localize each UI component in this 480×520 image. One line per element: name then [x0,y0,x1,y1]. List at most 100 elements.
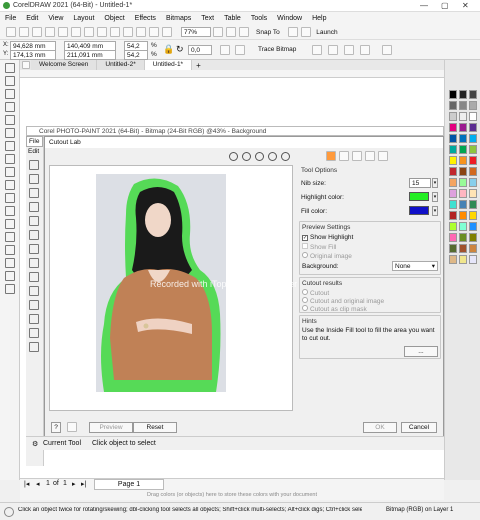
color-swatch[interactable] [449,123,457,132]
color-swatch[interactable] [459,200,467,209]
menu-help[interactable]: Help [307,15,331,22]
preview-button[interactable]: Preview [89,422,133,433]
color-swatch[interactable] [449,156,457,165]
pp-fill-tool-icon[interactable] [29,328,39,338]
transparency-tool-icon[interactable] [5,232,15,242]
pp-text-tool-icon[interactable] [29,300,39,310]
height-field[interactable]: 211,091 mm [64,50,116,60]
save-icon[interactable] [31,27,42,37]
color-swatch[interactable] [449,255,457,264]
freehand-tool-icon[interactable] [5,115,15,125]
play-icon[interactable] [66,422,77,432]
pp-move-tool-icon[interactable] [29,174,39,184]
color-swatch[interactable] [459,167,467,176]
close-icon[interactable]: ✕ [462,1,469,10]
pp-paint-tool-icon[interactable] [29,314,39,324]
pp-red-eye-icon[interactable] [29,272,39,282]
lock-ratio-icon[interactable]: 🔒 [163,44,174,55]
color-swatch[interactable] [459,112,467,121]
remove-detail-icon[interactable] [378,151,388,161]
artistic-media-icon[interactable] [5,128,15,138]
add-tab-icon[interactable]: + [196,61,201,70]
reset-button[interactable]: Reset [133,422,177,433]
tab-untitled-1[interactable]: Untitled-1* [144,60,193,70]
cut-icon[interactable] [57,27,68,37]
color-swatch[interactable] [449,112,457,121]
color-swatch[interactable] [469,189,477,198]
mirror-vertical-icon[interactable] [234,45,245,55]
color-swatch[interactable] [469,167,477,176]
options-gear-icon[interactable] [287,27,298,37]
menu-view[interactable]: View [43,15,68,22]
full-screen-icon[interactable] [212,27,223,37]
mirror-horizontal-icon[interactable] [219,45,230,55]
color-swatch[interactable] [469,211,477,220]
grid-icon[interactable] [238,27,249,37]
help-button[interactable]: ? [51,422,61,433]
add-icon[interactable] [381,45,392,55]
color-swatch[interactable] [469,178,477,187]
pan-icon[interactable] [281,151,290,161]
pp-mask-tool-icon[interactable] [29,188,39,198]
menu-edit[interactable]: Edit [21,15,43,22]
snap-to-dropdown[interactable]: Snap To [256,29,280,36]
rectangle-tool-icon[interactable] [5,141,15,151]
export-icon[interactable] [148,27,159,37]
color-swatch[interactable] [469,244,477,253]
import-icon[interactable] [135,27,146,37]
color-swatch[interactable] [449,101,457,110]
home-icon[interactable] [21,61,30,69]
zoom-tool-icon[interactable] [5,102,15,112]
interactive-fill-icon[interactable] [5,258,15,268]
highlight-color-swatch[interactable] [409,192,429,201]
cutout-preview-canvas[interactable]: Recorded with iTop Screen Recorder [49,165,297,411]
pp-menu-edit[interactable]: Edit [26,147,43,156]
scale-y-field[interactable]: 54,2 [124,50,148,60]
add-detail-icon[interactable] [365,151,375,161]
launch-dropdown[interactable]: Launch [316,29,337,36]
undo-icon[interactable] [96,27,107,37]
menu-window[interactable]: Window [272,15,307,22]
last-page-icon[interactable]: ▸| [81,480,86,488]
color-swatch[interactable] [459,211,467,220]
prev-page-icon[interactable]: ◂ [36,480,40,488]
maximize-icon[interactable]: ▢ [441,1,449,10]
pick-tool-icon[interactable] [5,63,15,73]
fill-color-swatch[interactable] [409,206,429,215]
polygon-tool-icon[interactable] [5,167,15,177]
edit-bitmap-icon[interactable] [311,45,322,55]
color-swatch[interactable] [469,222,477,231]
color-swatch[interactable] [449,90,457,99]
rulers-icon[interactable] [225,27,236,37]
color-swatch[interactable] [459,222,467,231]
text-tool-icon[interactable] [5,180,15,190]
pp-crop-tool-icon[interactable] [29,216,39,226]
highlighter-tool-icon[interactable] [326,151,336,161]
color-swatch[interactable] [459,145,467,154]
menu-tools[interactable]: Tools [246,15,272,22]
crop-bitmap-icon[interactable] [327,45,338,55]
zoom-out-icon[interactable] [242,151,251,161]
tab-untitled-2[interactable]: Untitled-2* [97,60,145,70]
color-swatch[interactable] [469,134,477,143]
color-swatch[interactable] [459,233,467,242]
color-swatch[interactable] [459,244,467,253]
pp-pick-tool-icon[interactable] [29,160,39,170]
color-swatch[interactable] [449,178,457,187]
color-swatch[interactable] [469,255,477,264]
show-highlight-option[interactable]: ✓ Show Highlight [302,234,353,241]
color-swatch[interactable] [449,145,457,154]
crop-tool-icon[interactable] [5,89,15,99]
color-swatch[interactable] [459,178,467,187]
open-icon[interactable] [18,27,29,37]
color-swatch[interactable] [449,189,457,198]
redo-icon[interactable] [109,27,120,37]
paste-icon[interactable] [83,27,94,37]
color-swatch[interactable] [459,134,467,143]
color-swatch[interactable] [469,123,477,132]
trace-bitmap-button[interactable]: Trace Bitmap [258,46,296,53]
pp-zoom-tool-icon[interactable] [29,230,39,240]
nib-size-field[interactable]: 15 [409,178,431,188]
menu-object[interactable]: Object [99,15,129,22]
shadow-tool-icon[interactable] [5,219,15,229]
